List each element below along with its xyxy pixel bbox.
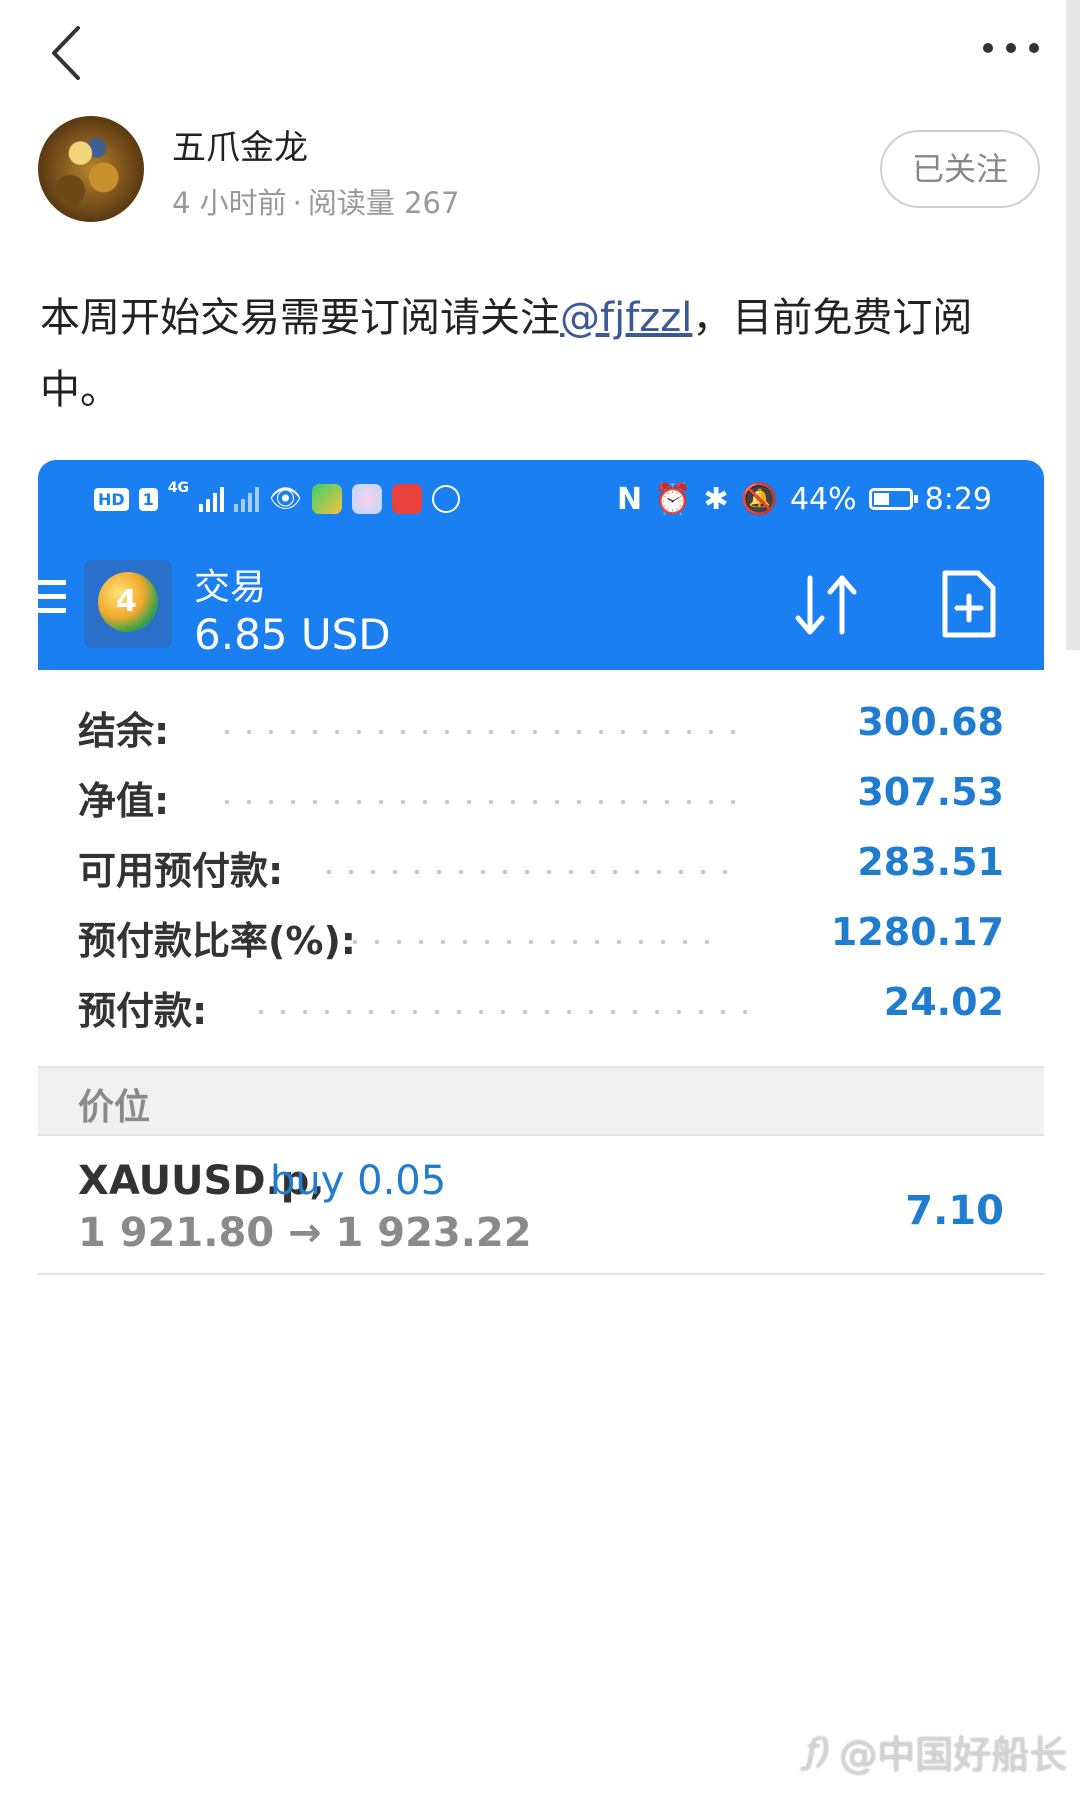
leader-dots [344, 940, 724, 944]
eye-icon: 👁 [269, 484, 303, 514]
sim-badge: 1 [138, 487, 158, 511]
positions-label: 价位 [78, 1087, 151, 1128]
hamburger-menu-icon[interactable] [38, 580, 68, 620]
bulb-app-icon [432, 485, 461, 513]
account-row-free-margin: 可用预付款: 283.51 [38, 830, 1044, 900]
positions-section-header: 价位 [38, 1066, 1044, 1136]
account-label: 预付款: [78, 989, 208, 1033]
post-meta: 4 小时前 · 阅读量 267 [172, 180, 459, 222]
bluetooth-icon: ✱ [703, 481, 729, 517]
status-bar-left: HD 1 4G 👁 [94, 480, 461, 518]
account-value: 300.68 [857, 700, 1004, 744]
account-row-equity: 净值: 307.53 [38, 760, 1044, 830]
account-value: 1280.17 [830, 910, 1004, 954]
battery-icon [868, 488, 918, 510]
mention-link[interactable]: @fjfzzl [560, 295, 692, 341]
post-detail-page: 五爪金龙 4 小时前 · 阅读量 267 已关注 本周开始交易需要订阅请关注@fjf… [0, 0, 1080, 1810]
more-dots-icon [983, 43, 1039, 53]
position-prices: 1 921.80 → 1 923.22 [78, 1210, 532, 1256]
author-avatar[interactable] [38, 116, 144, 222]
app-header: HD 1 4G 👁 N ⏰ ✱ 🔕 44% 8:29 4 交易 6.85 USD [38, 460, 1044, 670]
watermark: ƒ) @中国好船长 [806, 1724, 1067, 1779]
more-options-button[interactable] [980, 34, 1042, 62]
app-screen-title: 交易 [194, 567, 267, 608]
leader-dots [318, 870, 738, 874]
chevron-left-icon [52, 26, 80, 80]
back-button[interactable] [44, 22, 92, 84]
author-name[interactable]: 五爪金龙 [172, 120, 308, 169]
account-row-balance: 结余: 300.68 [38, 690, 1044, 760]
account-value: 307.53 [857, 770, 1004, 814]
leader-dots [216, 730, 746, 734]
watermark-logo: ƒ) [806, 1731, 832, 1772]
new-order-button[interactable] [940, 568, 998, 640]
embedded-trade-screenshot[interactable]: HD 1 4G 👁 N ⏰ ✱ 🔕 44% 8:29 4 交易 6.85 USD… [38, 460, 1044, 1275]
account-label: 净值: [78, 779, 170, 823]
read-count: 阅读量 267 [307, 186, 460, 220]
mt4-app-logo: 4 [84, 560, 172, 648]
post-text-before: 本周开始交易需要订阅请关注 [40, 295, 560, 341]
account-row-margin-level: 预付款比率(%): 1280.17 [38, 900, 1044, 970]
account-label: 预付款比率(%): [78, 919, 357, 963]
signal-icon [199, 486, 225, 512]
gallery-app-icon [352, 484, 383, 514]
account-summary: 结余: 300.68 净值: 307.53 可用预付款: 283.51 预付款比… [38, 690, 1044, 1040]
position-profit: 7.10 [905, 1188, 1004, 1234]
nfc-icon: N [616, 481, 643, 517]
position-side: buy 0.05 [270, 1158, 447, 1204]
account-label: 可用预付款: [78, 849, 284, 893]
sort-arrows-icon [795, 575, 857, 635]
leader-dots [216, 800, 746, 804]
account-row-margin: 预付款: 24.02 [38, 970, 1044, 1040]
follow-button[interactable]: 已关注 [880, 130, 1040, 208]
account-value: 283.51 [857, 840, 1004, 884]
leader-dots [250, 1010, 760, 1014]
mute-icon: 🔕 [740, 481, 778, 517]
video-app-icon [312, 484, 343, 514]
position-row[interactable]: XAUUSD.p, buy 0.05 1 921.80 → 1 923.22 7… [38, 1150, 1044, 1275]
status-time: 8:29 [924, 481, 992, 517]
account-label: 结余: [78, 709, 170, 753]
signal-off-icon [234, 486, 260, 512]
alarm-icon: ⏰ [654, 481, 692, 517]
sort-button[interactable] [790, 570, 862, 642]
network-label: 4G [167, 480, 190, 496]
battery-percent: 44% [789, 481, 857, 517]
meta-separator: · [292, 186, 302, 220]
watermark-text: @中国好船长 [839, 1733, 1068, 1777]
document-plus-icon [942, 570, 996, 638]
status-bar-right: N ⏰ ✱ 🔕 44% 8:29 [617, 478, 992, 520]
scrollbar[interactable] [1066, 0, 1080, 650]
book-app-icon [392, 484, 423, 514]
app-balance: 6.85 USD [194, 610, 391, 659]
post-text: 本周开始交易需要订阅请关注@fjfzzl，目前免费订阅中。 [40, 282, 1040, 426]
account-value: 24.02 [883, 980, 1004, 1024]
hd-badge: HD [94, 487, 129, 511]
post-time: 4 小时前 [172, 186, 287, 220]
